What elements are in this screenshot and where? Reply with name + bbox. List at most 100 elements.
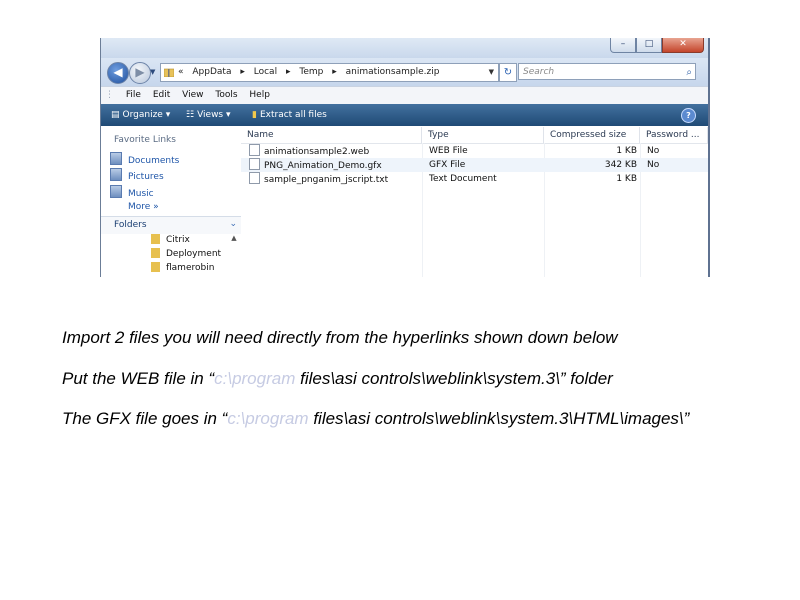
folder-icon xyxy=(151,234,160,244)
instruction-line-2-end: files\asi controls\weblink\system.3\” fo… xyxy=(295,369,613,388)
navigation-pane: Favorite Links Documents Pictures Music … xyxy=(101,127,242,277)
chevron-down-icon[interactable]: ⌄ xyxy=(229,219,237,229)
nav-more-link[interactable]: More » xyxy=(128,202,159,212)
file-password: No xyxy=(647,146,660,156)
tree-label-flamerobin: flamerobin xyxy=(166,263,215,273)
views-button[interactable]: ☷ Views ▾ xyxy=(186,104,231,126)
extract-folder-icon: ▮ xyxy=(252,110,257,120)
file-row[interactable]: animationsample2.web WEB File 1 KB No xyxy=(241,144,708,158)
tree-label-deployment: Deployment xyxy=(166,249,222,259)
documents-icon xyxy=(110,152,122,165)
file-type: Text Document xyxy=(429,174,497,184)
tree-item-deployment[interactable]: Deployment xyxy=(151,248,221,259)
organize-label: Organize xyxy=(122,110,163,120)
instruction-line-2: Put the WEB file in “c:\program files\as… xyxy=(62,369,613,389)
close-button[interactable]: ✕ xyxy=(662,38,704,53)
web-file-icon xyxy=(249,144,260,156)
forward-button[interactable]: ▶ xyxy=(129,62,151,84)
file-password: No xyxy=(647,160,660,170)
breadcrumb-overflow[interactable]: « xyxy=(178,67,184,77)
address-bar: ◀ ▶ ▼ « AppData ▸ Local ▸ Temp ▸ animati… xyxy=(101,58,708,86)
breadcrumb-local[interactable]: Local xyxy=(254,67,277,77)
instruction-line-2-start: Put the WEB file in “ xyxy=(62,369,215,388)
file-type: GFX File xyxy=(429,160,466,170)
tree-label-citrix: Citrix xyxy=(166,235,190,245)
instruction-line-1: Import 2 files you will need directly fr… xyxy=(62,328,618,347)
instruction-line-3: The GFX file goes in “c:\program files\a… xyxy=(62,409,689,429)
views-icon: ☷ xyxy=(186,110,195,120)
title-bar: – □ ✕ xyxy=(101,38,708,58)
extract-all-button[interactable]: ▮ Extract all files xyxy=(252,104,327,126)
nav-music-label: Music xyxy=(128,189,154,199)
instruction-line-3-end: files\asi controls\weblink\system.3\HTML… xyxy=(308,409,690,428)
column-header-type[interactable]: Type xyxy=(422,127,544,143)
command-bar: ▤ Organize ▾ ☷ Views ▾ ▮ Extract all files … xyxy=(101,104,708,126)
breadcrumb-arrow-icon[interactable]: ▸ xyxy=(240,67,245,77)
folder-icon xyxy=(151,248,160,258)
nav-documents-label: Documents xyxy=(128,156,180,166)
views-label: Views xyxy=(197,110,224,120)
menu-view[interactable]: View xyxy=(182,87,203,104)
minimize-button[interactable]: – xyxy=(610,38,636,53)
nav-documents[interactable]: Documents xyxy=(110,152,179,166)
pictures-icon xyxy=(110,168,122,181)
refresh-button[interactable]: ↻ xyxy=(499,63,517,82)
help-icon[interactable]: ? xyxy=(681,108,696,123)
address-field[interactable]: « AppData ▸ Local ▸ Temp ▸ animationsamp… xyxy=(160,63,499,82)
grip-icon: ⋮ xyxy=(105,90,114,100)
instruction-line-3-start: The GFX file goes in “ xyxy=(62,409,228,428)
breadcrumb-arrow-icon[interactable]: ▸ xyxy=(332,67,337,77)
breadcrumb-temp[interactable]: Temp xyxy=(299,67,323,77)
breadcrumb-zip[interactable]: animationsample.zip xyxy=(346,67,440,77)
file-name: sample_pnganim_jscript.txt xyxy=(264,175,389,185)
file-row[interactable]: sample_pnganim_jscript.txt Text Document… xyxy=(241,172,708,186)
menu-bar: ⋮ File Edit View Tools Help xyxy=(101,86,708,105)
nav-pictures-label: Pictures xyxy=(128,172,164,182)
search-icon[interactable]: ⌕ xyxy=(686,64,692,81)
file-row[interactable]: PNG_Animation_Demo.gfx GFX File 342 KB N… xyxy=(241,158,708,172)
folder-icon xyxy=(151,262,160,272)
folders-title: Folders xyxy=(114,220,147,230)
column-header-size[interactable]: Compressed size xyxy=(544,127,640,143)
menu-file[interactable]: File xyxy=(126,87,141,104)
nav-music[interactable]: Music xyxy=(110,185,154,199)
folder-tree: Citrix Deployment flamerobin ▲ xyxy=(101,234,241,277)
organize-button[interactable]: ▤ Organize ▾ xyxy=(111,104,170,126)
breadcrumb-arrow-icon[interactable]: ▸ xyxy=(286,67,291,77)
file-size: 1 KB xyxy=(616,146,637,156)
folders-header[interactable]: Folders ⌄ xyxy=(101,216,241,234)
maximize-button[interactable]: □ xyxy=(636,38,662,53)
tree-item-flamerobin[interactable]: flamerobin xyxy=(151,262,214,273)
file-size: 342 KB xyxy=(604,160,637,170)
music-icon xyxy=(110,185,122,198)
gfx-file-icon xyxy=(249,158,260,170)
history-dropdown-icon[interactable]: ▼ xyxy=(150,68,155,76)
search-placeholder: Search xyxy=(523,67,555,77)
file-name: animationsample2.web xyxy=(264,147,370,157)
column-header-password[interactable]: Password ... xyxy=(640,127,708,143)
path-link[interactable]: c:\program xyxy=(214,369,295,388)
extract-label: Extract all files xyxy=(259,110,327,120)
nav-pictures[interactable]: Pictures xyxy=(110,168,164,182)
tree-scrollbar[interactable]: ▲ xyxy=(229,234,239,277)
file-size: 1 KB xyxy=(616,174,637,184)
search-input[interactable]: Search ⌕ xyxy=(518,63,696,80)
menu-edit[interactable]: Edit xyxy=(153,87,170,104)
column-header-name[interactable]: Name xyxy=(241,127,422,143)
column-header-row: Name Type Compressed size Password ... xyxy=(241,127,708,144)
organize-icon: ▤ xyxy=(111,110,120,120)
file-type: WEB File xyxy=(429,146,468,156)
breadcrumb-appdata[interactable]: AppData xyxy=(192,67,231,77)
file-list: Name Type Compressed size Password ... a… xyxy=(241,127,708,277)
text-file-icon xyxy=(249,172,260,184)
window-controls: – □ ✕ xyxy=(610,38,704,53)
tree-item-citrix[interactable]: Citrix xyxy=(151,234,190,245)
path-link[interactable]: c:\program xyxy=(227,409,308,428)
address-dropdown-icon[interactable]: ▼ xyxy=(489,64,494,81)
zip-folder-icon xyxy=(164,68,174,77)
menu-help[interactable]: Help xyxy=(249,87,270,104)
favorite-links-title: Favorite Links xyxy=(114,135,176,145)
back-button[interactable]: ◀ xyxy=(107,62,129,84)
file-name: PNG_Animation_Demo.gfx xyxy=(264,161,382,171)
menu-tools[interactable]: Tools xyxy=(215,87,237,104)
